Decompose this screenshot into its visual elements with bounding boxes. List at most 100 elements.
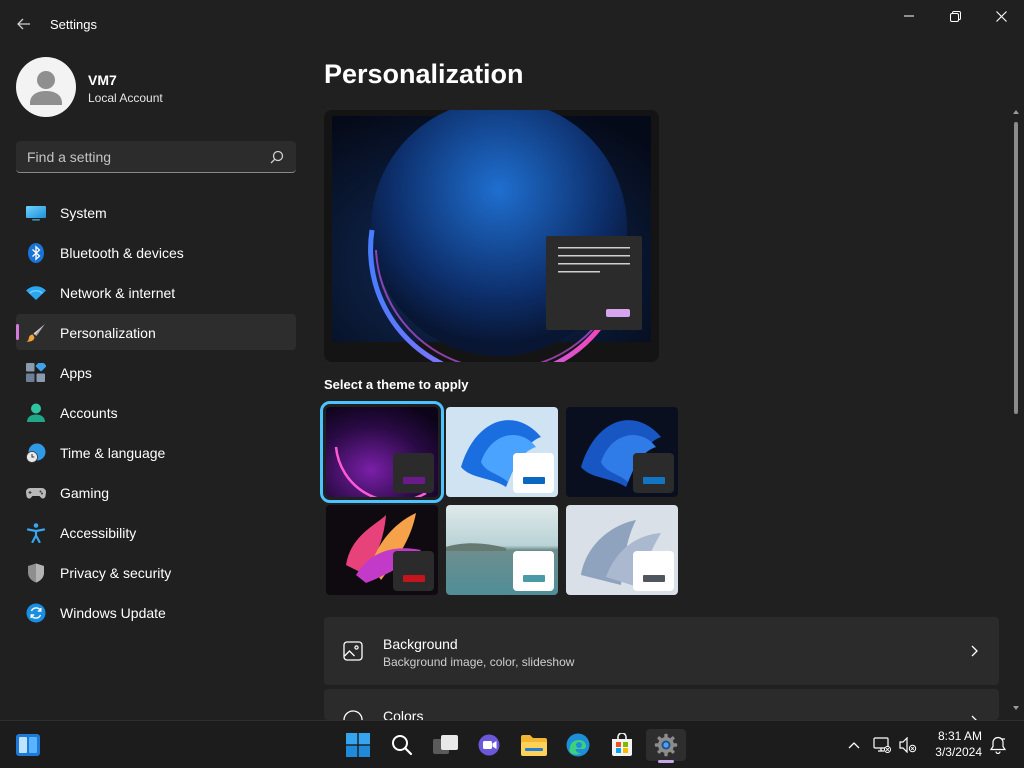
- search-icon: [392, 735, 413, 756]
- chat-button[interactable]: [470, 729, 510, 761]
- clock-globe-icon: [26, 443, 46, 463]
- clock-time[interactable]: 8:31 AM: [930, 729, 982, 743]
- windows-logo-icon: [346, 733, 370, 757]
- chevron-right-icon: [971, 715, 977, 720]
- notification-bell-icon: [989, 736, 1007, 754]
- theme-sunrise-lake[interactable]: [446, 505, 558, 595]
- search-box[interactable]: Find a setting: [16, 141, 296, 173]
- card-subtitle: Background image, color, slideshow: [383, 655, 575, 669]
- clock-date[interactable]: 3/3/2024: [924, 745, 982, 759]
- task-view-button[interactable]: [426, 729, 466, 761]
- scroll-up-icon[interactable]: [1012, 108, 1020, 116]
- apps-icon: [26, 363, 46, 382]
- theme-thumbnail: [326, 407, 438, 497]
- widgets-icon: [16, 734, 40, 756]
- sidebar-item-label: Time & language: [60, 445, 166, 461]
- file-explorer-button[interactable]: [514, 729, 554, 761]
- start-button[interactable]: [338, 729, 378, 761]
- sidebar-nav: System Bluetooth & devices Network & int…: [16, 194, 296, 634]
- minimize-icon: [904, 15, 914, 17]
- person-icon: [27, 403, 45, 422]
- sidebar-item-bluetooth[interactable]: Bluetooth & devices: [16, 234, 296, 270]
- minimize-button[interactable]: [886, 0, 932, 32]
- sidebar-item-gaming[interactable]: Gaming: [16, 474, 296, 510]
- theme-section-label: Select a theme to apply: [324, 377, 469, 392]
- theme-thumbnail: [446, 505, 558, 595]
- wifi-icon: [26, 286, 46, 300]
- profile-account-type: Local Account: [88, 91, 163, 105]
- close-icon: [995, 10, 1007, 22]
- volume-tray-button[interactable]: [896, 729, 920, 761]
- sidebar-item-label: Accounts: [60, 405, 118, 421]
- background-card[interactable]: Background Background image, color, slid…: [324, 617, 999, 685]
- gamepad-icon: [26, 487, 46, 499]
- settings-taskbar-button[interactable]: [646, 729, 686, 763]
- sidebar-item-label: System: [60, 205, 107, 221]
- volume-muted-icon: [899, 737, 917, 753]
- image-icon: [343, 641, 363, 661]
- theme-thumbnail: [446, 407, 558, 497]
- accessibility-icon: [26, 523, 46, 543]
- sidebar-item-privacy-security[interactable]: Privacy & security: [16, 554, 296, 590]
- monitor-icon: [26, 206, 46, 221]
- avatar: [16, 57, 76, 117]
- theme-bloom-dark[interactable]: [566, 407, 678, 497]
- arrow-left-icon: [17, 18, 30, 30]
- update-icon: [26, 603, 46, 623]
- sidebar-item-label: Privacy & security: [60, 565, 172, 581]
- page-title: Personalization: [324, 59, 524, 89]
- edge-button[interactable]: [558, 729, 598, 761]
- search-icon[interactable]: [270, 150, 284, 164]
- store-button[interactable]: [602, 729, 642, 761]
- sidebar-item-apps[interactable]: Apps: [16, 354, 296, 390]
- restore-button[interactable]: [932, 0, 978, 32]
- user-profile[interactable]: VM7 Local Account: [16, 57, 296, 117]
- paintbrush-icon: [26, 324, 45, 342]
- sidebar-item-label: Apps: [60, 365, 92, 381]
- scroll-down-icon[interactable]: [1012, 704, 1020, 712]
- sidebar-item-network[interactable]: Network & internet: [16, 274, 296, 310]
- palette-icon: [343, 710, 363, 720]
- theme-glow-dark[interactable]: [320, 401, 444, 503]
- network-tray-button[interactable]: [870, 729, 894, 761]
- person-avatar-icon: [30, 71, 62, 105]
- sidebar-item-label: Gaming: [60, 485, 110, 501]
- show-hidden-icons-button[interactable]: [842, 729, 866, 761]
- sidebar-item-accounts[interactable]: Accounts: [16, 394, 296, 430]
- store-icon: [612, 733, 632, 756]
- sidebar-item-label: Windows Update: [60, 605, 166, 621]
- restore-icon: [949, 10, 961, 22]
- back-button[interactable]: [10, 12, 38, 36]
- notifications-button[interactable]: [986, 729, 1010, 761]
- chevron-up-icon: [848, 742, 860, 749]
- widgets-button[interactable]: [8, 729, 48, 761]
- scroll-thumb[interactable]: [1014, 122, 1018, 414]
- chat-camera-icon: [478, 734, 500, 756]
- close-button[interactable]: [978, 0, 1024, 32]
- taskbar: [0, 720, 1024, 768]
- sidebar-item-windows-update[interactable]: Windows Update: [16, 594, 296, 630]
- theme-flow[interactable]: [566, 505, 678, 595]
- theme-thumbnail: [326, 505, 438, 595]
- profile-name: VM7: [88, 72, 117, 88]
- sidebar-item-label: Bluetooth & devices: [60, 245, 184, 261]
- network-disconnected-icon: [873, 737, 891, 753]
- theme-bloom-light[interactable]: [446, 407, 558, 497]
- theme-captured-motion[interactable]: [326, 505, 438, 595]
- search-input[interactable]: Find a setting: [27, 149, 111, 165]
- sidebar-item-personalization[interactable]: Personalization: [16, 314, 296, 350]
- folder-icon: [521, 735, 547, 756]
- window-title: Settings: [50, 17, 97, 32]
- sidebar-item-label: Accessibility: [60, 525, 137, 541]
- shield-icon: [28, 563, 44, 583]
- colors-card[interactable]: Colors: [324, 689, 999, 720]
- edge-browser-icon: [566, 733, 590, 757]
- sidebar-item-accessibility[interactable]: Accessibility: [16, 514, 296, 550]
- chevron-right-icon: [971, 645, 978, 657]
- sidebar-item-system[interactable]: System: [16, 194, 296, 230]
- sidebar-item-time-language[interactable]: Time & language: [16, 434, 296, 470]
- card-title: Background: [383, 636, 458, 652]
- theme-thumbnail: [566, 505, 678, 595]
- search-taskbar-button[interactable]: [382, 729, 422, 761]
- theme-preview: [324, 110, 659, 362]
